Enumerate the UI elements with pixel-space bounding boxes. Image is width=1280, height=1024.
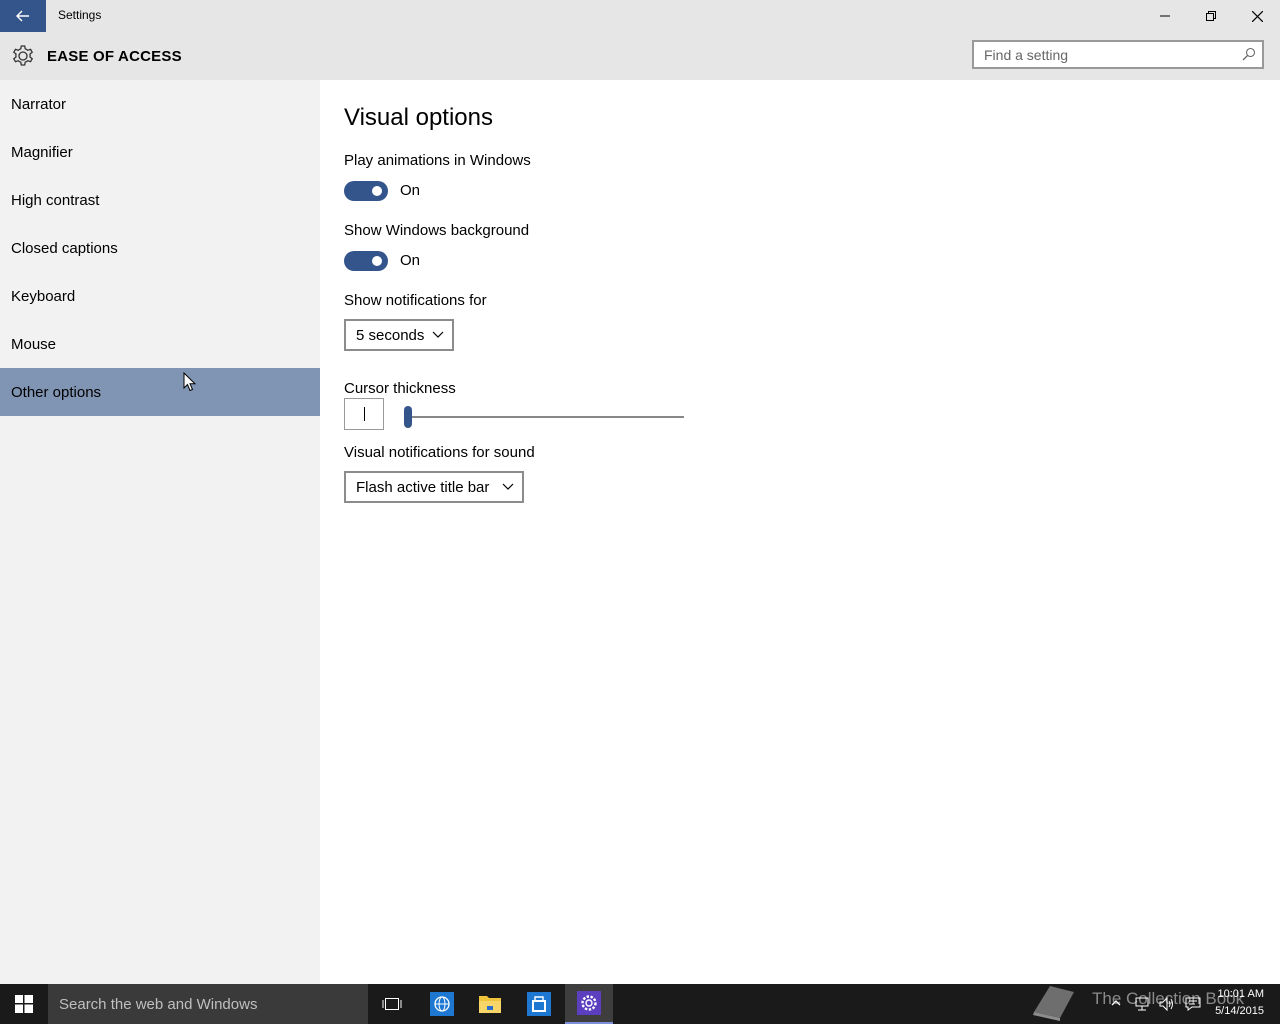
page-title: Visual options xyxy=(344,104,493,131)
cursor-thickness-label: Cursor thickness xyxy=(344,380,456,397)
gear-icon xyxy=(12,45,34,66)
sidebar-item-label: Other options xyxy=(11,383,102,401)
dropdown-value: Flash active title bar xyxy=(356,478,490,496)
back-button[interactable] xyxy=(0,0,46,32)
watermark-book-logo xyxy=(1033,986,1074,1021)
minimize-button[interactable] xyxy=(1142,0,1188,32)
visual-notifications-label: Visual notifications for sound xyxy=(344,444,535,461)
close-button[interactable] xyxy=(1234,0,1280,32)
mouse-pointer-icon xyxy=(183,372,197,392)
gear-icon xyxy=(577,991,601,1015)
sidebar-item-high-contrast[interactable]: High contrast xyxy=(0,176,320,224)
notifications-duration-label: Show notifications for xyxy=(344,292,487,309)
show-hidden-icons-chevron-icon[interactable] xyxy=(1110,998,1122,1008)
search-input[interactable] xyxy=(984,47,1234,63)
toggle-knob xyxy=(372,186,382,196)
task-view-icon xyxy=(382,998,402,1010)
store-bag-icon xyxy=(527,992,551,1016)
title-bar: Settings xyxy=(0,0,1280,32)
cursor-thickness-slider-track[interactable] xyxy=(408,416,684,418)
sidebar-item-closed-captions[interactable]: Closed captions xyxy=(0,224,320,272)
taskbar-search-box[interactable]: Search the web and Windows xyxy=(48,984,368,1024)
window-title: Settings xyxy=(58,8,102,22)
sidebar-item-label: Closed captions xyxy=(11,239,118,257)
sidebar-item-other-options[interactable]: Other options xyxy=(0,368,320,416)
chevron-down-icon xyxy=(502,483,514,490)
sidebar-nav: Narrator Magnifier High contrast Closed … xyxy=(0,80,320,984)
sidebar-item-keyboard[interactable]: Keyboard xyxy=(0,272,320,320)
cursor-thickness-slider-thumb[interactable] xyxy=(404,406,412,428)
browser-taskbar-button[interactable] xyxy=(418,984,466,1024)
action-center-icon[interactable] xyxy=(1185,996,1201,1012)
close-icon xyxy=(1251,10,1263,22)
text-cursor-preview xyxy=(364,407,365,421)
play-animations-toggle[interactable] xyxy=(344,181,388,201)
section-heading: EASE OF ACCESS xyxy=(47,48,182,65)
sidebar-item-label: Mouse xyxy=(11,335,57,353)
play-animations-state: On xyxy=(400,182,421,199)
clock-date[interactable]: 5/14/2015 xyxy=(1214,1005,1264,1017)
chevron-down-icon xyxy=(432,331,444,338)
restore-icon xyxy=(1206,11,1216,21)
sidebar-item-label: Keyboard xyxy=(11,287,76,305)
minimize-icon xyxy=(1160,15,1170,17)
settings-taskbar-button[interactable] xyxy=(565,984,613,1024)
sidebar-item-label: High contrast xyxy=(11,191,100,209)
find-setting-search[interactable] xyxy=(972,40,1264,69)
sidebar-item-magnifier[interactable]: Magnifier xyxy=(0,128,320,176)
sidebar-item-label: Magnifier xyxy=(11,143,73,161)
toggle-knob xyxy=(372,256,382,266)
back-arrow-icon xyxy=(16,10,29,22)
sidebar-item-mouse[interactable]: Mouse xyxy=(0,320,320,368)
task-view-button[interactable] xyxy=(368,984,416,1024)
clock-time[interactable]: 10:01 AM xyxy=(1214,988,1264,1000)
start-button[interactable] xyxy=(0,984,48,1024)
windows-logo-icon xyxy=(15,995,33,1013)
sidebar-item-narrator[interactable]: Narrator xyxy=(0,80,320,128)
dropdown-value: 5 seconds xyxy=(356,326,425,344)
settings-header: EASE OF ACCESS xyxy=(0,32,1280,80)
folder-icon xyxy=(479,996,501,1013)
notifications-duration-dropdown[interactable]: 5 seconds xyxy=(344,319,454,351)
search-icon[interactable] xyxy=(1242,47,1256,61)
cursor-thickness-preview xyxy=(344,398,384,430)
show-background-toggle[interactable] xyxy=(344,251,388,271)
show-background-state: On xyxy=(400,252,421,269)
restore-button[interactable] xyxy=(1188,0,1234,32)
network-icon[interactable] xyxy=(1134,996,1150,1012)
globe-icon xyxy=(430,992,454,1016)
show-background-label: Show Windows background xyxy=(344,222,530,239)
taskbar: Search the web and Windows The Collectio… xyxy=(0,984,1280,1024)
play-animations-label: Play animations in Windows xyxy=(344,152,531,169)
file-explorer-button[interactable] xyxy=(466,984,514,1024)
taskbar-search-text: Search the web and Windows xyxy=(59,996,258,1013)
store-button[interactable] xyxy=(515,984,563,1024)
main-content: Visual options Play animations in Window… xyxy=(320,80,1280,984)
volume-icon[interactable] xyxy=(1158,996,1174,1012)
sidebar-item-label: Narrator xyxy=(11,95,67,113)
visual-notifications-dropdown[interactable]: Flash active title bar xyxy=(344,471,524,503)
